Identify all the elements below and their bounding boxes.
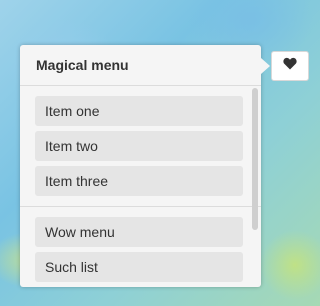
menu-pointer-arrow bbox=[261, 58, 270, 74]
magical-menu-panel: Magical menu Item one Item two Item thre… bbox=[20, 45, 261, 287]
menu-item[interactable]: Item one bbox=[35, 96, 243, 126]
menu-title: Magical menu bbox=[20, 45, 261, 86]
menu-toggle-button[interactable] bbox=[271, 51, 309, 81]
menu-item[interactable]: Wow menu bbox=[35, 217, 243, 247]
menu-scrollbar[interactable] bbox=[252, 88, 258, 230]
heart-icon bbox=[283, 57, 297, 75]
menu-item[interactable]: Item two bbox=[35, 131, 243, 161]
menu-list: Item one Item two Item three Wow menu Su… bbox=[20, 86, 261, 282]
menu-group-1: Item one Item two Item three bbox=[35, 96, 246, 196]
menu-group-2: Wow menu Such list bbox=[35, 217, 246, 282]
menu-item[interactable]: Such list bbox=[35, 252, 243, 282]
menu-item[interactable]: Item three bbox=[35, 166, 243, 196]
menu-divider bbox=[20, 206, 261, 207]
